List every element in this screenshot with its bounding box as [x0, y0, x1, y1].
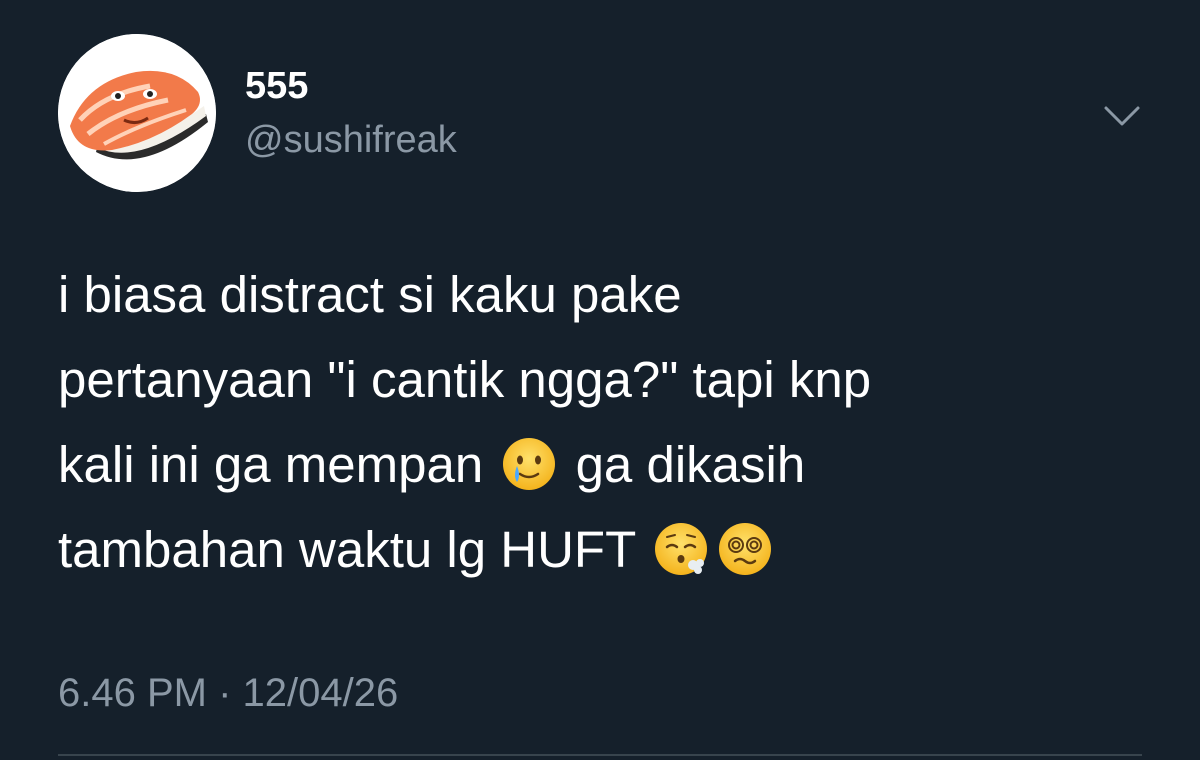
tweet-card: 555 @sushifreak i biasa distract si kaku… — [0, 0, 1200, 760]
timestamp-separator: · — [218, 671, 232, 715]
tweet-line-3: kali ini ga mempan ga dikasih — [58, 422, 1158, 507]
tweet-line-4-text: tambahan waktu lg HUFT — [58, 521, 636, 578]
tweet-text: i biasa distract si kaku pake pertanyaan… — [58, 252, 1158, 592]
user-handle[interactable]: @sushifreak — [245, 116, 457, 164]
chevron-down-icon — [1104, 106, 1140, 126]
face-exhaling-icon — [653, 521, 709, 577]
salmon-sushi-avatar-icon — [58, 34, 216, 192]
tweet-date: 12/04/26 — [242, 671, 399, 715]
tweet-line-4: tambahan waktu lg HUFT — [58, 507, 1158, 592]
avatar[interactable] — [58, 34, 216, 192]
tweet-menu-button[interactable] — [1100, 98, 1144, 134]
tweet-line-3-part-2: ga dikasih — [575, 436, 806, 493]
tweet-line-2: pertanyaan "i cantik ngga?" tapi knp — [58, 351, 872, 408]
face-with-spiral-eyes-icon — [717, 521, 773, 577]
face-holding-back-tears-icon — [501, 436, 557, 492]
tweet-timestamp[interactable]: 6.46 PM · 12/04/26 — [58, 668, 398, 718]
tweet-line-3-part-1: kali ini ga mempan — [58, 436, 484, 493]
tweet-line-1: i biasa distract si kaku pake — [58, 266, 682, 323]
tweet-time: 6.46 PM — [58, 671, 207, 715]
divider — [58, 754, 1142, 756]
display-name[interactable]: 555 — [245, 62, 308, 110]
